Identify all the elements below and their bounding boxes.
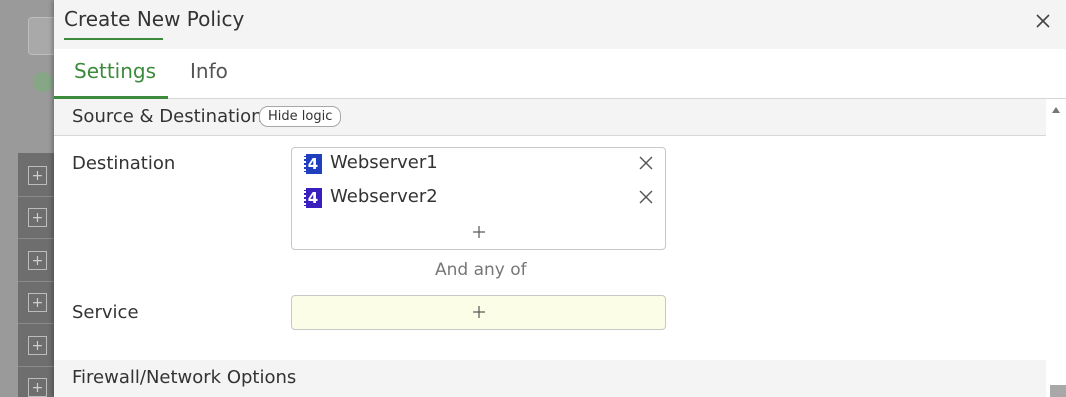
tab-settings[interactable]: Settings [74,59,156,83]
background-expand-icon: + [28,293,47,312]
remove-icon[interactable] [638,155,654,171]
title-underline [64,38,163,40]
scroll-up-arrow-icon[interactable] [1051,105,1061,115]
background-expand-icon: + [28,166,47,185]
ipv4-address-icon: 4 [304,154,322,174]
background-divider [18,281,54,282]
destination-entry: 4 Webserver1 [304,152,654,176]
logic-connector-text: And any of [435,260,527,280]
add-service-icon[interactable] [472,305,486,319]
service-field[interactable] [291,295,666,330]
remove-icon[interactable] [638,189,654,205]
add-destination-icon[interactable] [472,225,486,239]
dialog-header: Create New Policy [54,0,1066,49]
section-title: Firewall/Network Options [72,367,297,388]
background-divider [18,323,54,324]
ipv4-address-icon: 4 [304,188,322,208]
settings-content: Source & Destination Hide logic Destinat… [54,99,1066,397]
tab-bar: Settings Info [54,49,1066,99]
destination-entry-name: Webserver2 [330,186,438,207]
destination-entry-name: Webserver1 [330,152,438,173]
background-expand-icon: + [28,336,47,355]
background-expand-icon: + [28,208,47,227]
background-expand-icon: + [28,378,47,397]
tab-info[interactable]: Info [190,59,228,83]
background-row-strip [18,153,54,397]
background-add-circle-icon [33,72,53,92]
section-firewall-network-options[interactable]: Firewall/Network Options [54,360,1046,397]
background-expand-icon: + [28,251,47,270]
service-label: Service [72,302,139,323]
background-divider [18,366,54,367]
destination-label: Destination [72,153,176,174]
close-icon[interactable] [1032,10,1054,32]
destination-field[interactable]: 4 Webserver1 4 Webserver2 [291,147,666,250]
dialog-title: Create New Policy [64,7,245,31]
section-title: Source & Destination [72,106,263,127]
section-source-destination: Source & Destination Hide logic [54,99,1046,136]
background-divider [18,196,54,197]
create-policy-dialog: Create New Policy Settings Info Source &… [54,0,1066,397]
scrollbar-thumb[interactable] [1050,385,1066,397]
background-divider [18,238,54,239]
hide-logic-button[interactable]: Hide logic [259,106,342,127]
destination-entry: 4 Webserver2 [304,186,654,210]
